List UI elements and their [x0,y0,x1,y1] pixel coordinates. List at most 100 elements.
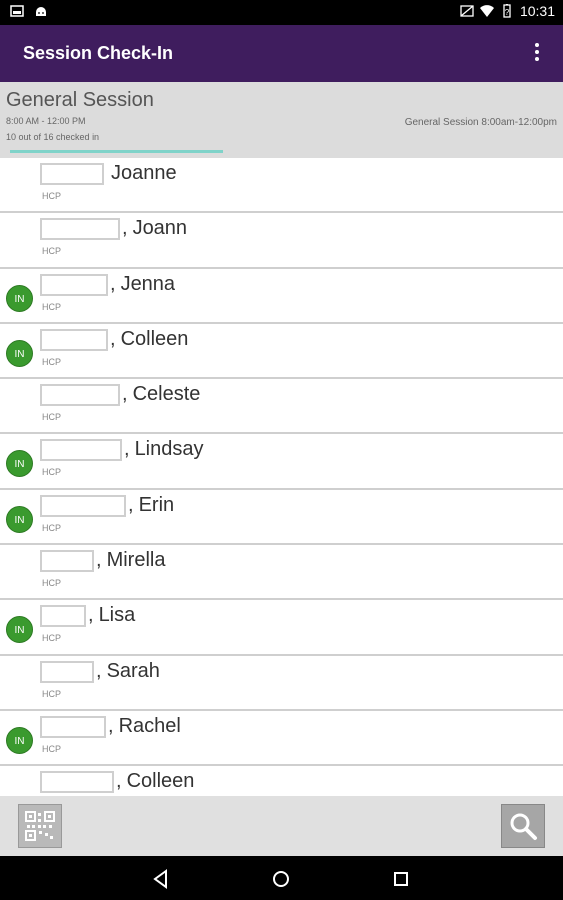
redacted-surname-box [40,494,126,517]
name-separator: , [110,272,116,295]
attendee-role: HCP [42,246,62,257]
bottom-toolbar [0,796,563,856]
no-sim-icon [460,5,474,17]
recents-icon[interactable] [390,868,412,890]
attendee-name-line: , Lisa [40,604,136,628]
attendee-role: HCP [42,743,62,754]
checked-in-badge: IN [6,505,33,533]
attendee-first-name: Rachel [118,714,181,737]
attendee-name-line: , Joann [40,217,188,241]
name-separator: , [116,770,122,793]
wifi-icon [479,5,494,17]
checkin-progress-fill [10,150,223,153]
attendee-first-name: Colleen [120,327,189,350]
attendee-row[interactable]: IN, Jenna HCP [0,268,563,324]
name-separator: , [110,327,116,350]
attendee-name-line: Joanne [40,162,177,185]
attendee-row[interactable]: IN, Lisa HCP [0,600,563,656]
redacted-surname-box [40,550,94,573]
attendee-first-name: Colleen [126,770,195,793]
qr-scan-button[interactable] [18,804,62,848]
checked-in-badge: IN [6,339,33,367]
system-nav-bar [0,856,563,900]
attendee-role: HCP [42,633,62,644]
name-separator: , [122,217,128,240]
attendee-row[interactable]: IN, Rachel HCP [0,710,563,767]
attendee-role: HCP [42,467,62,478]
redacted-surname-box [40,163,104,185]
attendee-role: HCP [42,688,62,699]
redacted-surname-box [40,328,108,351]
session-time: 8:00 AM - 12:00 PM [6,116,86,126]
name-separator: , [96,659,102,682]
redacted-surname-box [40,771,114,794]
redacted-surname-box [40,605,86,628]
attendee-name-line: , Colleen [40,328,188,351]
search-icon [510,813,537,840]
attendee-first-name: Joanne [111,162,177,184]
attendee-role: HCP [42,522,62,533]
session-name: General Session [6,89,154,111]
redacted-surname-box [40,218,120,241]
redacted-surname-box [40,660,94,683]
attendee-row[interactable]: IN, Lindsay HCP [0,434,563,490]
overflow-menu-icon[interactable] [533,43,541,63]
attendee-first-name: Joann [132,217,188,240]
attendee-list[interactable]: Joanne HCP, Joann HCP IN, Jenna HCP IN, Colleen H… [0,158,563,796]
attendee-first-name: Celeste [132,383,201,406]
name-separator: , [122,383,128,406]
redacted-surname-box [40,715,106,738]
attendee-name-line: , Mirella [40,549,165,573]
attendee-name-line: , Rachel [40,715,181,738]
checked-in-badge: IN [6,284,33,312]
attendee-first-name: Jenna [120,272,176,295]
battery-icon: ? [503,4,511,18]
attendee-role: HCP [42,578,62,589]
attendee-first-name: Lindsay [134,438,204,461]
attendee-name-line: , Sarah [40,660,160,683]
gallery-icon [10,5,24,17]
attendee-name-line: , Colleen [40,770,195,794]
attendee-first-name: Lisa [98,604,136,627]
redacted-surname-box [40,273,108,296]
redacted-surname-box [40,384,120,407]
attendee-role: HCP [42,191,62,201]
checked-in-badge: IN [6,726,33,754]
redacted-surname-box [40,439,122,462]
attendee-name-line: , Erin [40,494,174,517]
attendee-first-name: Sarah [106,659,160,682]
name-separator: , [96,549,102,572]
app-title: Session Check-In [23,43,174,63]
checkin-count: 10 out of 16 checked in [6,132,100,142]
qr-code-icon [25,811,55,841]
checked-in-badge: IN [6,616,33,644]
status-bar: ? 10:31 [0,0,563,25]
attendee-row[interactable]: IN, Erin HCP [0,489,563,546]
home-icon[interactable] [270,868,292,890]
back-icon[interactable] [150,868,172,890]
attendee-row[interactable]: , Joann HCP [0,213,563,269]
checkin-progress-bar [10,150,350,153]
attendee-role: HCP [42,412,62,423]
attendee-row[interactable]: , Sarah HCP [0,655,563,711]
attendee-name-line: , Jenna [40,273,175,296]
attendee-row[interactable]: ,ColleenHCP [0,766,563,796]
checked-in-badge: IN [6,450,33,478]
name-separator: , [88,604,94,627]
attendee-row[interactable]: Joanne HCP [0,158,563,214]
attendee-first-name: Erin [138,493,175,516]
name-separator: , [108,714,114,737]
attendee-row[interactable]: , Mirella HCP [0,545,563,601]
attendee-role: HCP [42,301,62,312]
name-separator: , [128,493,134,516]
attendee-name-line: , Lindsay [40,438,204,462]
app-bar: Session Check-In [0,25,563,82]
attendee-row[interactable]: IN, Colleen HCP [0,323,563,380]
attendee-role: HCP [42,356,62,367]
name-separator: , [124,438,130,461]
session-label-right: General Session 8:00am-12:00pm [404,117,557,128]
search-button[interactable] [501,804,545,848]
attendee-row[interactable]: , Celeste HCP [0,379,563,435]
android-icon [36,7,46,16]
svg-text:?: ? [505,8,510,17]
